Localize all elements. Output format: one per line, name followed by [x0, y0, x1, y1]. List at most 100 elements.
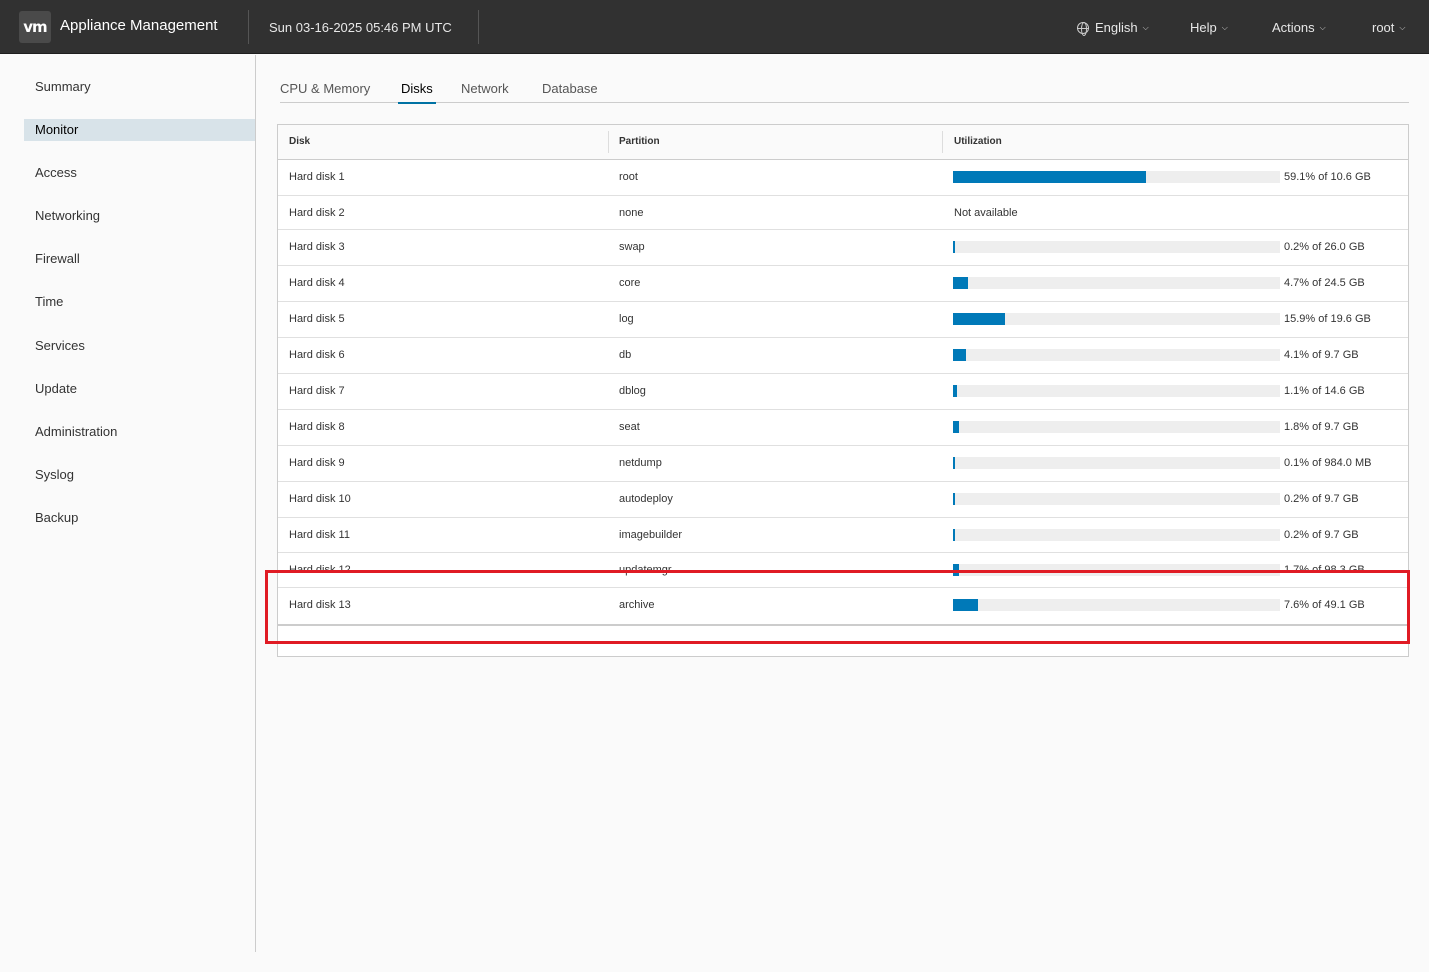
column-header-utilization[interactable]: Utilization — [954, 136, 1002, 147]
utilization-bar-fill — [953, 529, 955, 541]
utilization-text: 4.1% of 9.7 GB — [1284, 349, 1359, 361]
utilization-bar — [953, 313, 1280, 325]
table-row[interactable]: Hard disk 10 autodeploy 0.2% of 9.7 GB — [278, 482, 1408, 518]
table-row[interactable]: Hard disk 3 swap 0.2% of 26.0 GB — [278, 230, 1408, 266]
partition-cell: log — [619, 313, 634, 325]
disk-cell: Hard disk 13 — [289, 599, 351, 611]
disk-cell: Hard disk 3 — [289, 241, 345, 253]
chevron-down-icon: ⌵ — [1221, 22, 1228, 32]
table-row[interactable]: Hard disk 13 archive 7.6% of 49.1 GB — [278, 588, 1408, 625]
monitor-tabs: CPU & Memory Disks Network Database — [280, 55, 1409, 104]
sidebar-item-monitor[interactable]: Monitor — [24, 119, 255, 141]
utilization-bar — [953, 493, 1280, 505]
utilization-text: 0.2% of 9.7 GB — [1284, 493, 1359, 505]
table-row[interactable]: Hard disk 11 imagebuilder 0.2% of 9.7 GB — [278, 518, 1408, 553]
utilization-bar-fill — [953, 313, 1005, 325]
utilization-bar-fill — [953, 385, 957, 397]
utilization-bar — [953, 349, 1280, 361]
utilization-bar-fill — [953, 493, 955, 505]
utilization-text: 4.7% of 24.5 GB — [1284, 277, 1365, 289]
chevron-down-icon: ⌵ — [1319, 22, 1326, 32]
partition-cell: autodeploy — [619, 493, 673, 505]
utilization-bar — [953, 599, 1280, 611]
utilization-text: 0.2% of 26.0 GB — [1284, 241, 1365, 253]
partition-cell: root — [619, 171, 638, 183]
vmware-logo: vm — [19, 11, 51, 43]
table-row[interactable]: Hard disk 5 log 15.9% of 19.6 GB — [278, 302, 1408, 338]
partition-cell: swap — [619, 241, 645, 253]
partition-cell: dblog — [619, 385, 646, 397]
sidebar-item-administration[interactable]: Administration — [24, 421, 255, 443]
language-label: English — [1095, 20, 1138, 35]
column-header-partition[interactable]: Partition — [619, 136, 660, 147]
disk-cell: Hard disk 10 — [289, 493, 351, 505]
utilization-bar-fill — [953, 564, 959, 576]
sidebar-item-update[interactable]: Update — [24, 378, 255, 400]
utilization-bar — [953, 564, 1280, 576]
utilization-bar-fill — [953, 171, 1146, 183]
sidebar-item-firewall[interactable]: Firewall — [24, 248, 255, 270]
partition-cell: imagebuilder — [619, 529, 682, 541]
help-menu[interactable]: Help ⌵ — [1190, 20, 1228, 35]
app-title: Appliance Management — [60, 17, 218, 34]
sidebar-item-syslog[interactable]: Syslog — [24, 464, 255, 486]
partition-cell: seat — [619, 421, 640, 433]
sidebar-item-time[interactable]: Time — [24, 291, 255, 313]
user-menu[interactable]: root ⌵ — [1372, 20, 1405, 35]
table-footer-divider — [278, 624, 1408, 626]
partition-cell: db — [619, 349, 632, 361]
chevron-down-icon: ⌵ — [1399, 22, 1406, 32]
utilization-bar-fill — [953, 241, 955, 253]
sidebar-item-access[interactable]: Access — [24, 162, 255, 184]
utilization-text: 15.9% of 19.6 GB — [1284, 313, 1371, 325]
utilization-text: Not available — [954, 207, 1018, 219]
utilization-bar — [953, 529, 1280, 541]
table-row[interactable]: Hard disk 9 netdump 0.1% of 984.0 MB — [278, 446, 1408, 482]
disk-cell: Hard disk 5 — [289, 313, 345, 325]
disk-cell: Hard disk 8 — [289, 421, 345, 433]
table-row[interactable]: Hard disk 1 root 59.1% of 10.6 GB — [278, 160, 1408, 196]
column-separator[interactable] — [942, 131, 943, 153]
actions-menu[interactable]: Actions ⌵ — [1272, 20, 1326, 35]
table-row[interactable]: Hard disk 2 none Not available — [278, 196, 1408, 230]
user-label: root — [1372, 20, 1395, 35]
tab-network[interactable]: Network — [461, 81, 509, 102]
table-row[interactable]: Hard disk 6 db 4.1% of 9.7 GB — [278, 338, 1408, 374]
table-row[interactable]: Hard disk 12 updatemgr 1.7% of 98.3 GB — [278, 553, 1408, 588]
table-body: Hard disk 1 root 59.1% of 10.6 GB Hard disk… — [278, 160, 1408, 625]
disk-cell: Hard disk 7 — [289, 385, 345, 397]
sidebar-item-backup[interactable]: Backup — [24, 507, 255, 529]
tab-disks[interactable]: Disks — [398, 81, 436, 104]
sidebar-item-networking[interactable]: Networking — [24, 205, 255, 227]
disk-cell: Hard disk 4 — [289, 277, 345, 289]
column-separator[interactable] — [608, 131, 609, 153]
sidebar-item-services[interactable]: Services — [24, 335, 255, 357]
sidebar-item-summary[interactable]: Summary — [24, 76, 255, 98]
utilization-bar — [953, 277, 1280, 289]
utilization-text: 7.6% of 49.1 GB — [1284, 599, 1365, 611]
utilization-text: 0.2% of 9.7 GB — [1284, 529, 1359, 541]
utilization-text: 1.8% of 9.7 GB — [1284, 421, 1359, 433]
utilization-text: 59.1% of 10.6 GB — [1284, 171, 1371, 183]
utilization-bar-fill — [953, 349, 966, 361]
disk-cell: Hard disk 11 — [289, 529, 350, 541]
disk-cell: Hard disk 6 — [289, 349, 345, 361]
header-divider — [478, 10, 479, 44]
disk-cell: Hard disk 2 — [289, 207, 345, 219]
table-row[interactable]: Hard disk 7 dblog 1.1% of 14.6 GB — [278, 374, 1408, 410]
partition-cell: core — [619, 277, 641, 289]
partition-cell: netdump — [619, 457, 662, 469]
tab-cpu-memory[interactable]: CPU & Memory — [280, 81, 370, 102]
table-row[interactable]: Hard disk 8 seat 1.8% of 9.7 GB — [278, 410, 1408, 446]
tab-database[interactable]: Database — [542, 81, 598, 102]
partition-cell: none — [619, 207, 644, 219]
language-menu[interactable]: English ⌵ — [1077, 20, 1149, 36]
column-header-disk[interactable]: Disk — [289, 136, 310, 147]
utilization-bar — [953, 171, 1280, 183]
partition-cell: updatemgr — [619, 564, 672, 576]
top-header: vm Appliance Management Sun 03-16-2025 0… — [0, 0, 1429, 54]
disks-table: Disk Partition Utilization Hard disk 1 ro… — [277, 124, 1409, 657]
table-row[interactable]: Hard disk 4 core 4.7% of 24.5 GB — [278, 266, 1408, 302]
utilization-bar — [953, 457, 1280, 469]
chevron-down-icon: ⌵ — [1142, 22, 1149, 32]
